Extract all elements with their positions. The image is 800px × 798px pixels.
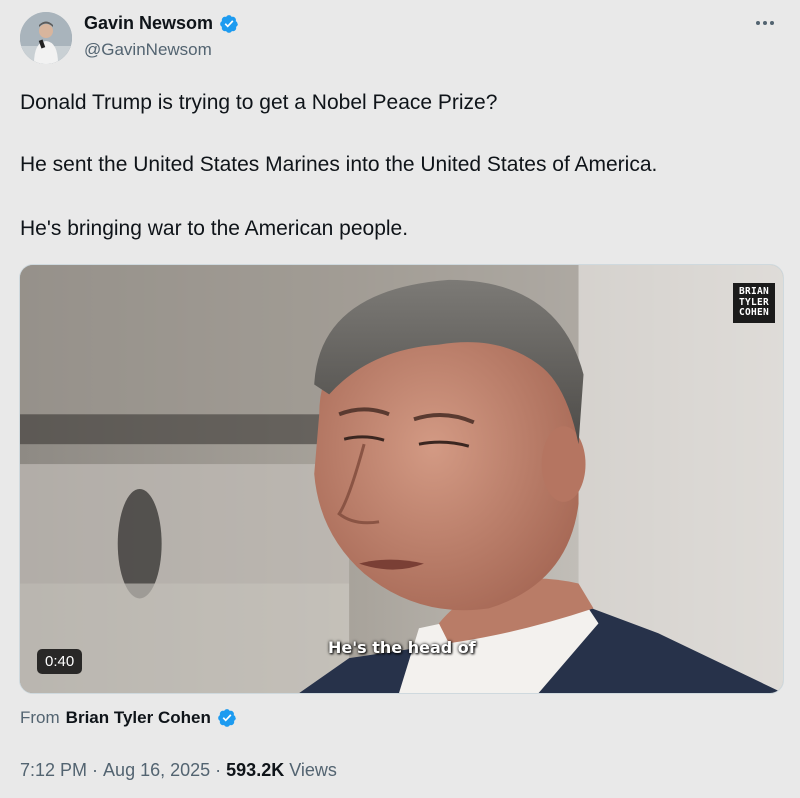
- video-player[interactable]: BRIAN TYLER COHEN He's the head of 0:40: [19, 264, 784, 694]
- watermark-line: BRIAN: [738, 286, 770, 297]
- tweet-time[interactable]: 7:12 PM: [20, 760, 87, 781]
- source-account-link[interactable]: Brian Tyler Cohen: [66, 708, 211, 728]
- avatar[interactable]: [20, 12, 72, 64]
- tweet-text-line: He sent the United States Marines into t…: [20, 153, 658, 176]
- verified-badge-icon: [217, 708, 237, 728]
- views-label: Views: [289, 760, 337, 780]
- channel-watermark: BRIAN TYLER COHEN: [733, 283, 775, 323]
- video-duration-badge: 0:40: [37, 649, 83, 674]
- tweet-text-line: He's bringing war to the American people…: [20, 217, 409, 240]
- more-dot: [763, 21, 767, 25]
- verified-badge-icon: [219, 14, 239, 34]
- author-display-name[interactable]: Gavin Newsom: [84, 13, 213, 34]
- video-subtitle: He's the head of: [328, 638, 476, 657]
- source-attribution: From Brian Tyler Cohen: [20, 708, 237, 728]
- video-frame: [20, 265, 783, 693]
- more-options-button[interactable]: [750, 10, 780, 36]
- author-name-row: Gavin Newsom: [84, 13, 239, 34]
- meta-separator: ·: [215, 760, 222, 780]
- tweet-text-line: Donald Trump is trying to get a Nobel Pe…: [20, 91, 498, 114]
- from-label: From: [20, 708, 60, 727]
- author-handle[interactable]: @GavinNewsom: [84, 40, 212, 60]
- views-count: 593.2K: [226, 760, 285, 780]
- more-dot: [770, 21, 774, 25]
- meta-separator: ·: [92, 760, 99, 780]
- watermark-line: COHEN: [738, 307, 770, 318]
- avatar-photo: [20, 12, 72, 64]
- tweet-date[interactable]: Aug 16, 2025: [103, 760, 210, 781]
- more-horizontal-icon: [756, 21, 760, 25]
- tweet-meta: 7:12 PM · Aug 16, 2025 · 593.2K Views: [20, 760, 337, 781]
